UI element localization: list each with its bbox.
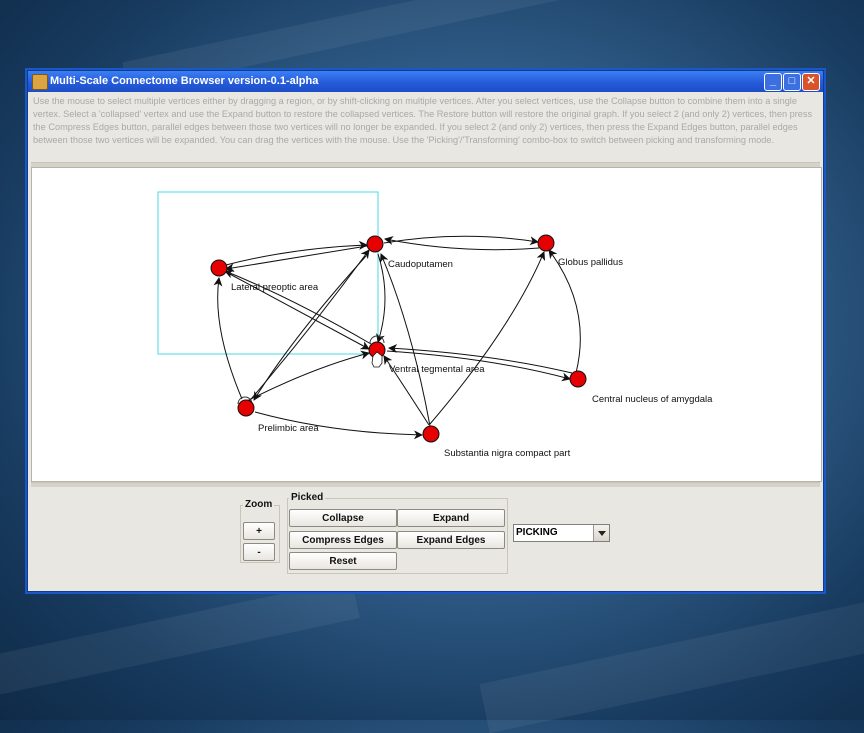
zoom-in-button[interactable]: + (243, 522, 275, 540)
graph-svg[interactable]: Caudoputamen Globus pallidus Lateral pre… (32, 168, 821, 481)
expand-edges-button[interactable]: Expand Edges (397, 531, 505, 549)
edge (225, 245, 368, 273)
reset-button[interactable]: Reset (289, 552, 397, 570)
compress-edges-button[interactable]: Compress Edges (289, 531, 397, 549)
control-panel: Zoom + - Picked Collapse Expand Compress… (28, 489, 823, 589)
window-title: Multi-Scale Connectome Browser version-0… (50, 75, 319, 87)
node-central-nucleus-amygdala[interactable] (569, 370, 587, 388)
node-label: Central nucleus of amygdala (592, 394, 713, 405)
expand-button[interactable]: Expand (397, 509, 505, 527)
node-label: Caudoputamen (388, 259, 453, 270)
edge (225, 240, 368, 266)
node-label: Globus pallidus (558, 257, 623, 268)
node-caudoputamen[interactable] (366, 235, 384, 253)
collapse-button[interactable]: Collapse (289, 509, 397, 527)
edge (379, 253, 431, 427)
minimize-button[interactable]: _ (764, 73, 782, 91)
node-prelimbic-area[interactable] (237, 399, 255, 417)
close-button[interactable]: ✕ (802, 73, 820, 91)
picked-title: Picked (289, 492, 326, 503)
zoom-out-button[interactable]: - (243, 543, 275, 561)
app-window: Multi-Scale Connectome Browser version-0… (27, 70, 824, 592)
edge (548, 249, 581, 374)
mode-select[interactable]: PICKING (513, 524, 610, 542)
edge (429, 251, 546, 425)
edge (384, 236, 540, 251)
node-lateral-preoptic-area[interactable] (210, 259, 228, 277)
maximize-button[interactable]: □ (783, 73, 801, 91)
chevron-down-icon[interactable] (593, 525, 609, 541)
instructions-text: Use the mouse to select multiple vertice… (33, 96, 813, 145)
edge (246, 350, 370, 402)
node-label: Substantia nigra compact part (444, 448, 571, 459)
edge (376, 253, 386, 343)
node-label: Lateral preoptic area (231, 282, 319, 293)
node-label: Prelimbic area (258, 423, 319, 434)
mode-select-value: PICKING (516, 527, 558, 538)
node-substantia-nigra[interactable] (422, 425, 440, 443)
title-bar[interactable]: Multi-Scale Connectome Browser version-0… (28, 71, 823, 92)
edge (383, 235, 539, 246)
node-globus-pallidus[interactable] (537, 234, 555, 252)
graph-canvas[interactable]: Caudoputamen Globus pallidus Lateral pre… (31, 167, 822, 482)
java-app-icon (32, 74, 48, 90)
split-divider-bottom[interactable] (31, 482, 820, 487)
node-label: Ventral tegmental area (389, 364, 485, 375)
zoom-title: Zoom (243, 499, 275, 510)
edge (213, 277, 243, 400)
